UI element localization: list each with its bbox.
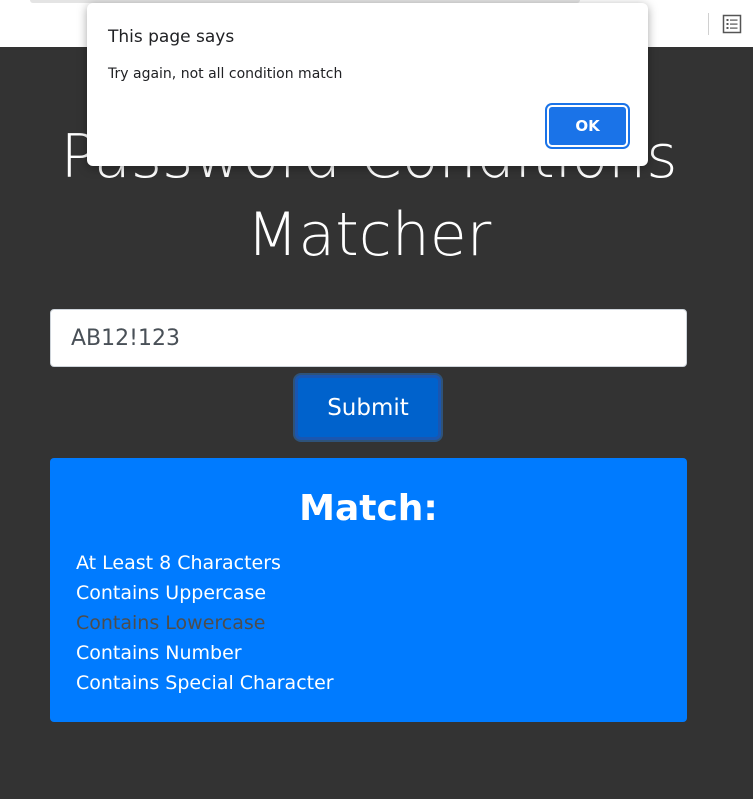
toolbar-divider bbox=[708, 13, 709, 35]
submit-button[interactable]: Submit bbox=[295, 375, 441, 440]
conditions-list: At Least 8 Characters Contains Uppercase… bbox=[76, 548, 334, 698]
condition-special-character: Contains Special Character bbox=[76, 672, 334, 694]
page-title-line2: Matcher bbox=[246, 200, 492, 270]
alert-ok-button[interactable]: OK bbox=[547, 105, 628, 147]
match-panel: Match: At Least 8 Characters Contains Up… bbox=[50, 458, 687, 722]
password-input[interactable] bbox=[50, 309, 687, 367]
condition-lowercase: Contains Lowercase bbox=[76, 612, 266, 634]
match-heading: Match: bbox=[299, 488, 438, 529]
alert-dialog: This page says Try again, not all condit… bbox=[87, 3, 648, 166]
condition-min-length: At Least 8 Characters bbox=[76, 552, 281, 574]
alert-title: This page says bbox=[108, 27, 235, 47]
reader-mode-icon[interactable] bbox=[722, 14, 742, 34]
condition-uppercase: Contains Uppercase bbox=[76, 582, 267, 604]
alert-message: Try again, not all condition match bbox=[108, 66, 343, 82]
condition-number: Contains Number bbox=[76, 642, 242, 664]
